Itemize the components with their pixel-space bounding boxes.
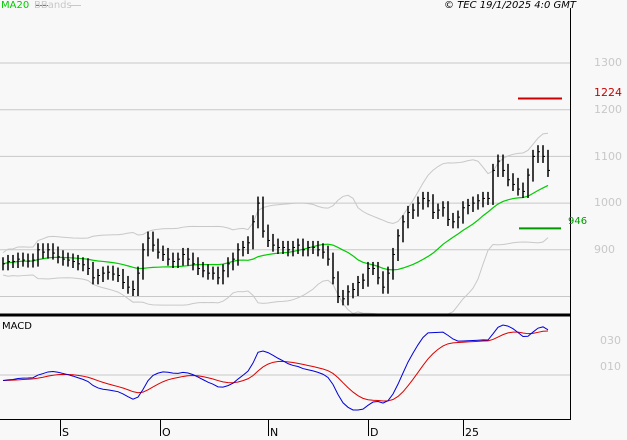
xtick-dec: D bbox=[370, 426, 379, 439]
macd-tick-010: 010 bbox=[600, 360, 621, 373]
bband-upper bbox=[2, 132, 549, 254]
legend-ma20: MA20 bbox=[1, 0, 30, 11]
macd-tick-030: 030 bbox=[600, 334, 621, 347]
xtick-sep: S bbox=[62, 426, 69, 439]
ytick-1000: 1000 bbox=[594, 196, 622, 209]
macd-signal-line bbox=[2, 330, 549, 402]
macd-line bbox=[2, 324, 549, 411]
xtick-oct: O bbox=[162, 426, 171, 439]
ma20-line bbox=[2, 184, 549, 271]
legend-bbands: BBands bbox=[34, 0, 72, 11]
resistance-label: 1224 bbox=[594, 86, 622, 99]
legend-bbands-swatch bbox=[69, 5, 81, 6]
xtick-2025: 25 bbox=[465, 426, 479, 439]
chart-svg bbox=[0, 8, 571, 436]
copyright: © TEC 19/1/2025 4:0 GMT bbox=[444, 0, 576, 11]
chart-container: MA20 BBands © TEC 19/1/2025 4:0 GMT 1300… bbox=[0, 0, 627, 440]
xtick-nov: N bbox=[270, 426, 279, 439]
macd-title: MACD bbox=[2, 321, 32, 332]
support-label: 946 bbox=[568, 216, 588, 227]
ytick-1300: 1300 bbox=[594, 56, 622, 69]
ytick-1200: 1200 bbox=[594, 103, 622, 116]
ytick-1100: 1100 bbox=[594, 150, 622, 163]
ytick-900: 900 bbox=[594, 243, 615, 256]
bband-lower bbox=[2, 237, 549, 315]
